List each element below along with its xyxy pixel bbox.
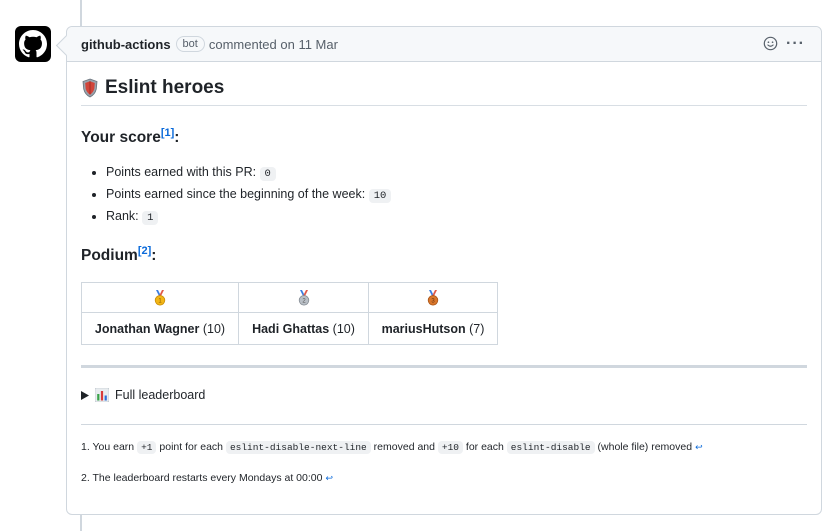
table-row: Jonathan Wagner (10) Hadi Ghattas (10) m… — [81, 312, 498, 345]
add-reaction-icon[interactable] — [763, 36, 778, 51]
author-link[interactable]: github-actions — [81, 37, 171, 52]
footnotes-list: 1. You earn +1 point for each eslint-dis… — [81, 440, 703, 502]
full-leaderboard-label: Full leaderboard — [115, 388, 206, 402]
table-cell: Hadi Ghattas (10) — [238, 312, 369, 345]
disclosure-triangle-icon — [81, 390, 89, 400]
silver-medal-icon: 2 — [298, 289, 309, 306]
podium-points: (10) — [332, 321, 355, 336]
list-item: Points earned since the beginning of the… — [106, 184, 392, 206]
score-label: Points earned with this PR: — [106, 165, 260, 179]
podium-heading: Podium[2]: — [81, 245, 156, 265]
table-row: 1 2 3 — [81, 282, 498, 313]
podium-table: 1 2 3 Jonathan Wagner (10) Hadi Ghattas … — [81, 282, 498, 345]
footnote-backref-icon[interactable]: ↩ — [325, 473, 333, 483]
footnote-text: for each — [463, 441, 507, 453]
footnote-code: +10 — [437, 441, 463, 454]
score-value: 10 — [368, 189, 392, 203]
footnote-text: removed and — [370, 441, 438, 453]
footnote-backref-icon[interactable]: ↩ — [695, 442, 703, 452]
podium-heading-colon: : — [151, 247, 157, 265]
score-value: 1 — [142, 211, 159, 225]
footnote-text: point for each — [156, 441, 226, 453]
footnote-text: 1. You earn — [81, 441, 138, 453]
podium-name: Jonathan Wagner — [94, 321, 200, 336]
score-heading: Your score[1]: — [81, 127, 179, 147]
shield-icon — [82, 78, 98, 98]
page-title: Eslint heroes — [81, 77, 807, 106]
footnote-code: eslint-disable-next-line — [225, 441, 371, 454]
table-cell: 1 — [81, 282, 239, 313]
full-leaderboard-toggle[interactable]: Full leaderboard — [81, 388, 205, 402]
score-list: Points earned with this PR: 0 Points ear… — [106, 162, 392, 228]
comment-timestamp[interactable]: commented on 11 Mar — [209, 37, 338, 52]
table-cell: 3 — [368, 282, 498, 313]
score-heading-colon: : — [174, 129, 180, 147]
bar-chart-icon — [95, 388, 109, 402]
score-heading-text: Your score — [81, 129, 161, 147]
gold-medal-icon: 1 — [154, 289, 166, 306]
footnotes-divider — [81, 424, 807, 425]
bot-badge: bot — [175, 36, 205, 52]
score-value: 0 — [259, 167, 276, 181]
avatar[interactable] — [15, 26, 51, 62]
footnote-code: eslint-disable — [506, 441, 595, 454]
podium-points: (10) — [202, 321, 226, 336]
kebab-horizontal-icon[interactable]: ··· — [786, 35, 805, 51]
title-text: Eslint heroes — [105, 77, 225, 98]
footnote-ref-2[interactable]: [2] — [138, 245, 151, 257]
score-label: Points earned since the beginning of the… — [106, 187, 369, 201]
comment-header: github-actions bot commented on 11 Mar ·… — [67, 27, 821, 62]
footnote-text: 2. The leaderboard restarts every Monday… — [81, 472, 323, 484]
bronze-medal-icon: 3 — [427, 289, 439, 306]
footnote-text: (whole file) removed — [594, 441, 693, 453]
list-item: Points earned with this PR: 0 — [106, 162, 391, 184]
podium-name: Hadi Ghattas — [252, 321, 330, 336]
footnote-code: +1 — [137, 441, 157, 454]
podium-points: (7) — [469, 321, 485, 336]
podium-heading-text: Podium — [81, 247, 138, 265]
footnote-1: 1. You earn +1 point for each eslint-dis… — [81, 440, 703, 471]
table-cell: mariusHutson (7) — [368, 312, 498, 345]
footnote-2: 2. The leaderboard restarts every Monday… — [81, 471, 703, 502]
table-cell: Jonathan Wagner (10) — [81, 312, 239, 345]
header-actions: ··· — [763, 35, 805, 51]
github-logo-icon — [19, 30, 47, 58]
comment-box: github-actions bot commented on 11 Mar ·… — [66, 26, 822, 515]
score-label: Rank: — [106, 209, 143, 223]
table-cell: 2 — [238, 282, 369, 313]
list-item: Rank: 1 — [106, 206, 391, 228]
podium-name: mariusHutson — [381, 321, 466, 336]
divider — [81, 365, 807, 368]
footnote-ref-1[interactable]: [1] — [161, 127, 174, 139]
